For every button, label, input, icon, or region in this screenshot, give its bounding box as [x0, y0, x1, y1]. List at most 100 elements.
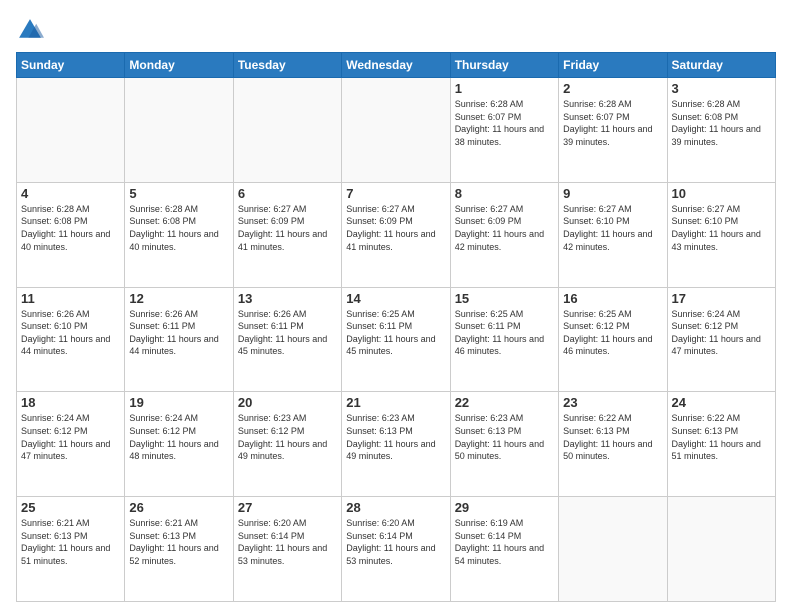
day-number: 13 — [238, 291, 337, 306]
calendar-cell: 9 Sunrise: 6:27 AMSunset: 6:10 PMDaylight… — [559, 182, 667, 287]
day-info: Sunrise: 6:25 AMSunset: 6:12 PMDaylight:… — [563, 308, 662, 358]
day-number: 1 — [455, 81, 554, 96]
day-info: Sunrise: 6:22 AMSunset: 6:13 PMDaylight:… — [672, 412, 771, 462]
day-number: 25 — [21, 500, 120, 515]
day-number: 4 — [21, 186, 120, 201]
calendar-cell: 27 Sunrise: 6:20 AMSunset: 6:14 PMDayligh… — [233, 497, 341, 602]
day-number: 27 — [238, 500, 337, 515]
day-number: 3 — [672, 81, 771, 96]
calendar-cell: 28Sunrise: 6:20 AMSunset: 6:14 PMDayligh… — [342, 497, 450, 602]
weekday-header: Friday — [559, 53, 667, 78]
day-info: Sunrise: 6:28 AMSunset: 6:08 PMDaylight:… — [21, 203, 120, 253]
day-info: Sunrise: 6:28 AMSunset: 6:07 PMDaylight:… — [563, 98, 662, 148]
page: SundayMondayTuesdayWednesdayThursdayFrid… — [0, 0, 792, 612]
calendar-header-row: SundayMondayTuesdayWednesdayThursdayFrid… — [17, 53, 776, 78]
calendar-cell: 2Sunrise: 6:28 AMSunset: 6:07 PMDaylight… — [559, 78, 667, 183]
calendar-cell: 12 Sunrise: 6:26 AMSunset: 6:11 PMDayligh… — [125, 287, 233, 392]
day-info: Sunrise: 6:26 AMSunset: 6:11 PMDaylight:… — [238, 308, 337, 358]
day-number: 9 — [563, 186, 662, 201]
day-info: Sunrise: 6:27 AMSunset: 6:09 PMDaylight:… — [346, 203, 445, 253]
weekday-header: Monday — [125, 53, 233, 78]
header — [16, 16, 776, 44]
day-info: Sunrise: 6:24 AMSunset: 6:12 PMDaylight:… — [672, 308, 771, 358]
calendar-cell — [125, 78, 233, 183]
day-info: Sunrise: 6:27 AMSunset: 6:10 PMDaylight:… — [563, 203, 662, 253]
calendar-cell: 15 Sunrise: 6:25 AMSunset: 6:11 PMDayligh… — [450, 287, 558, 392]
day-number: 22 — [455, 395, 554, 410]
calendar-cell: 20 Sunrise: 6:23 AMSunset: 6:12 PMDayligh… — [233, 392, 341, 497]
day-number: 12 — [129, 291, 228, 306]
calendar-cell — [233, 78, 341, 183]
day-info: Sunrise: 6:27 AMSunset: 6:10 PMDaylight:… — [672, 203, 771, 253]
day-number: 6 — [238, 186, 337, 201]
calendar-cell: 5 Sunrise: 6:28 AMSunset: 6:08 PMDaylight… — [125, 182, 233, 287]
calendar-cell: 21Sunrise: 6:23 AMSunset: 6:13 PMDayligh… — [342, 392, 450, 497]
calendar-cell: 24Sunrise: 6:22 AMSunset: 6:13 PMDayligh… — [667, 392, 775, 497]
day-info: Sunrise: 6:21 AMSunset: 6:13 PMDaylight:… — [21, 517, 120, 567]
day-info: Sunrise: 6:28 AMSunset: 6:07 PMDaylight:… — [455, 98, 554, 148]
day-info: Sunrise: 6:20 AMSunset: 6:14 PMDaylight:… — [238, 517, 337, 567]
calendar-cell — [559, 497, 667, 602]
day-info: Sunrise: 6:21 AMSunset: 6:13 PMDaylight:… — [129, 517, 228, 567]
day-info: Sunrise: 6:23 AMSunset: 6:13 PMDaylight:… — [346, 412, 445, 462]
day-info: Sunrise: 6:28 AMSunset: 6:08 PMDaylight:… — [129, 203, 228, 253]
weekday-header: Wednesday — [342, 53, 450, 78]
calendar-week-row: 11 Sunrise: 6:26 AMSunset: 6:10 PMDayligh… — [17, 287, 776, 392]
day-number: 11 — [21, 291, 120, 306]
day-info: Sunrise: 6:26 AMSunset: 6:10 PMDaylight:… — [21, 308, 120, 358]
calendar-cell: 18Sunrise: 6:24 AMSunset: 6:12 PMDayligh… — [17, 392, 125, 497]
day-number: 28 — [346, 500, 445, 515]
calendar-cell: 13 Sunrise: 6:26 AMSunset: 6:11 PMDayligh… — [233, 287, 341, 392]
calendar-cell: 8Sunrise: 6:27 AMSunset: 6:09 PMDaylight… — [450, 182, 558, 287]
calendar-cell: 6 Sunrise: 6:27 AMSunset: 6:09 PMDaylight… — [233, 182, 341, 287]
logo — [16, 16, 48, 44]
day-info: Sunrise: 6:24 AMSunset: 6:12 PMDaylight:… — [129, 412, 228, 462]
weekday-header: Saturday — [667, 53, 775, 78]
day-info: Sunrise: 6:19 AMSunset: 6:14 PMDaylight:… — [455, 517, 554, 567]
calendar-week-row: 4 Sunrise: 6:28 AMSunset: 6:08 PMDaylight… — [17, 182, 776, 287]
calendar-week-row: 1 Sunrise: 6:28 AMSunset: 6:07 PMDaylight… — [17, 78, 776, 183]
calendar-cell: 7Sunrise: 6:27 AMSunset: 6:09 PMDaylight… — [342, 182, 450, 287]
logo-icon — [16, 16, 44, 44]
day-number: 10 — [672, 186, 771, 201]
calendar-cell — [667, 497, 775, 602]
weekday-header: Sunday — [17, 53, 125, 78]
calendar-cell: 4 Sunrise: 6:28 AMSunset: 6:08 PMDaylight… — [17, 182, 125, 287]
day-info: Sunrise: 6:22 AMSunset: 6:13 PMDaylight:… — [563, 412, 662, 462]
weekday-header: Thursday — [450, 53, 558, 78]
day-info: Sunrise: 6:25 AMSunset: 6:11 PMDaylight:… — [346, 308, 445, 358]
day-number: 15 — [455, 291, 554, 306]
calendar-week-row: 25 Sunrise: 6:21 AMSunset: 6:13 PMDayligh… — [17, 497, 776, 602]
day-number: 26 — [129, 500, 228, 515]
day-info: Sunrise: 6:28 AMSunset: 6:08 PMDaylight:… — [672, 98, 771, 148]
day-number: 14 — [346, 291, 445, 306]
calendar-cell: 29 Sunrise: 6:19 AMSunset: 6:14 PMDayligh… — [450, 497, 558, 602]
calendar-cell: 1 Sunrise: 6:28 AMSunset: 6:07 PMDaylight… — [450, 78, 558, 183]
day-info: Sunrise: 6:26 AMSunset: 6:11 PMDaylight:… — [129, 308, 228, 358]
calendar-cell — [342, 78, 450, 183]
day-number: 23 — [563, 395, 662, 410]
calendar-table: SundayMondayTuesdayWednesdayThursdayFrid… — [16, 52, 776, 602]
calendar-cell: 3 Sunrise: 6:28 AMSunset: 6:08 PMDaylight… — [667, 78, 775, 183]
day-number: 29 — [455, 500, 554, 515]
calendar-cell: 11 Sunrise: 6:26 AMSunset: 6:10 PMDayligh… — [17, 287, 125, 392]
calendar-cell: 26 Sunrise: 6:21 AMSunset: 6:13 PMDayligh… — [125, 497, 233, 602]
day-number: 20 — [238, 395, 337, 410]
calendar-week-row: 18Sunrise: 6:24 AMSunset: 6:12 PMDayligh… — [17, 392, 776, 497]
day-info: Sunrise: 6:23 AMSunset: 6:12 PMDaylight:… — [238, 412, 337, 462]
calendar-cell: 22 Sunrise: 6:23 AMSunset: 6:13 PMDayligh… — [450, 392, 558, 497]
day-number: 5 — [129, 186, 228, 201]
calendar-cell: 14 Sunrise: 6:25 AMSunset: 6:11 PMDayligh… — [342, 287, 450, 392]
day-number: 19 — [129, 395, 228, 410]
day-number: 16 — [563, 291, 662, 306]
day-number: 17 — [672, 291, 771, 306]
calendar-cell: 19 Sunrise: 6:24 AMSunset: 6:12 PMDayligh… — [125, 392, 233, 497]
day-info: Sunrise: 6:23 AMSunset: 6:13 PMDaylight:… — [455, 412, 554, 462]
calendar-cell: 23 Sunrise: 6:22 AMSunset: 6:13 PMDayligh… — [559, 392, 667, 497]
day-info: Sunrise: 6:24 AMSunset: 6:12 PMDaylight:… — [21, 412, 120, 462]
calendar-cell: 17 Sunrise: 6:24 AMSunset: 6:12 PMDayligh… — [667, 287, 775, 392]
day-info: Sunrise: 6:25 AMSunset: 6:11 PMDaylight:… — [455, 308, 554, 358]
calendar-cell — [17, 78, 125, 183]
day-number: 8 — [455, 186, 554, 201]
day-info: Sunrise: 6:27 AMSunset: 6:09 PMDaylight:… — [238, 203, 337, 253]
